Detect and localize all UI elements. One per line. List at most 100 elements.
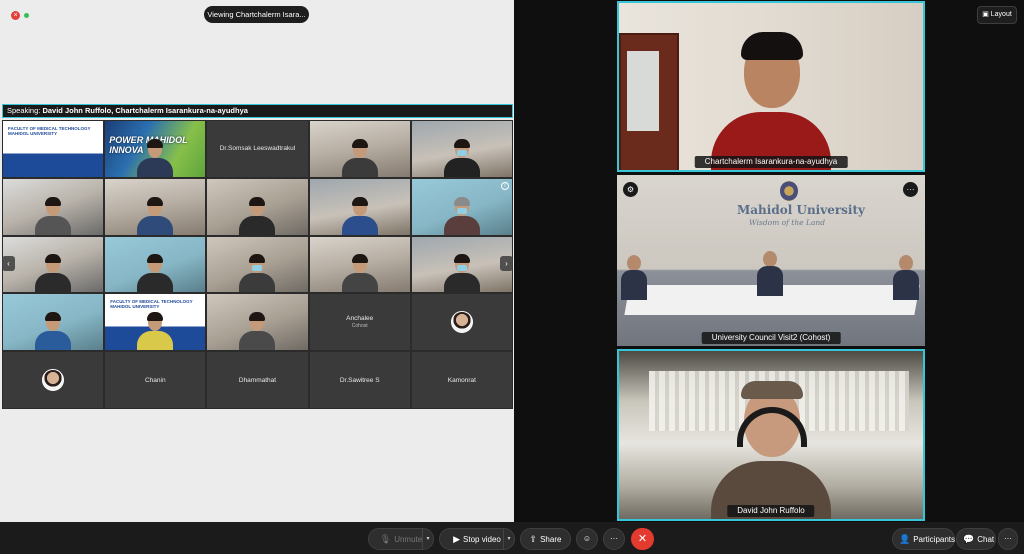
participant-name: Kamonrat (447, 376, 476, 384)
overflow-menu-button[interactable]: ··· (998, 528, 1018, 550)
share-icon: ⇪ (529, 534, 538, 544)
info-icon: i (500, 181, 509, 190)
participant-tile[interactable] (411, 121, 512, 177)
participant-video (135, 196, 175, 235)
viewing-indicator[interactable]: Viewing Chartchalerm Isara... (204, 6, 309, 23)
meeting-window: × Viewing Chartchalerm Isara... Speaking… (0, 0, 1024, 554)
chat-button[interactable]: 💬 Chat (956, 528, 996, 550)
participant-tile[interactable]: Chanin (105, 352, 206, 408)
meeting-toolbar: 🎙 Unmute ▾ ▶ Stop video ▾ ⇪ Share ☺ ··· ✕ 👤… (0, 522, 1024, 554)
close-icon[interactable]: × (11, 11, 20, 20)
participant-role: Cohost (351, 323, 368, 330)
participant-tile[interactable]: i (411, 178, 512, 235)
participant-video (340, 196, 380, 235)
participant-tile[interactable] (309, 121, 410, 177)
participant-tile[interactable]: Dr.Somsak Leeswadtrakul (207, 121, 308, 177)
participant-tile[interactable] (411, 236, 512, 293)
participant-tile[interactable] (3, 178, 104, 235)
participant-video (340, 138, 380, 177)
layout-button[interactable]: ▣ Layout (977, 6, 1017, 24)
participant-tile[interactable] (207, 178, 308, 235)
participant-video (33, 196, 73, 235)
chevron-down-icon[interactable]: ▾ (422, 529, 433, 549)
shared-screen: × Viewing Chartchalerm Isara... Speaking… (0, 0, 514, 522)
participant-tile[interactable] (3, 352, 104, 408)
participant-tile[interactable]: FACULTY OF MEDICAL TECHNOLOGY MAHIDOL UN… (3, 121, 104, 177)
participant-name: Anchalee (346, 315, 374, 323)
participant-tile[interactable] (105, 236, 206, 293)
participant-video (237, 196, 277, 235)
participant-tile[interactable] (207, 236, 308, 293)
participant-tile[interactable]: Anchalee Cohost (309, 294, 410, 351)
speaking-names: David John Ruffolo, Chartchalerm Isarank… (42, 106, 248, 115)
gear-icon[interactable]: ⚙ (623, 182, 638, 197)
participants-icon: 👤 (899, 534, 911, 544)
avatar (450, 311, 473, 334)
more-icon[interactable]: ··· (903, 182, 918, 197)
mic-icon: 🎙 (379, 534, 392, 544)
video-feed-ruffolo[interactable]: David John Ruffolo (617, 349, 925, 521)
layout-icon: ▣ (982, 11, 991, 18)
stop-video-button[interactable]: ▶ Stop video ▾ (439, 528, 515, 550)
participant-tile[interactable] (3, 236, 104, 293)
participant-tile[interactable] (3, 294, 104, 351)
participant-tile[interactable] (207, 294, 308, 351)
participant-video (711, 20, 831, 170)
avatar (42, 369, 65, 392)
participant-video (340, 254, 380, 293)
participant-name: Dr.Sawitree S (339, 376, 380, 384)
share-button[interactable]: ⇪ Share (520, 528, 571, 550)
participant-video (237, 254, 277, 293)
participant-video (135, 254, 175, 293)
participant-video (621, 255, 647, 300)
door-background (619, 33, 679, 170)
chevron-down-icon[interactable]: ▾ (503, 529, 514, 549)
participant-grid: FACULTY OF MEDICAL TECHNOLOGY MAHIDOL UN… (2, 120, 513, 409)
participant-tile[interactable] (105, 178, 206, 235)
participant-tile[interactable] (411, 294, 512, 351)
end-call-icon[interactable]: ✕ (631, 528, 654, 550)
grid-next-button[interactable]: › (500, 256, 513, 271)
participant-name-label: David John Ruffolo (727, 505, 815, 517)
university-seal (780, 181, 798, 201)
participant-name: Dhammathat (238, 376, 277, 384)
participant-tile[interactable]: Dr.Sawitree S (309, 352, 410, 408)
video-feed-chartchalerm[interactable]: Chartchalerm Isarankura-na-ayudhya (617, 1, 925, 172)
participant-video (442, 138, 482, 177)
participant-name: Chanin (144, 376, 166, 384)
participant-tile[interactable]: Dhammathat (207, 352, 308, 408)
participant-tile[interactable]: Kamonrat (411, 352, 512, 408)
more-icon[interactable]: ··· (603, 528, 625, 550)
participant-tile[interactable] (309, 236, 410, 293)
participant-video (33, 312, 73, 351)
participant-name: Dr.Somsak Leeswadtrakul (219, 145, 296, 153)
chat-icon: 💬 (963, 534, 975, 544)
participant-video (757, 251, 783, 296)
participant-name-label: University Council Visit2 (Cohost) (701, 332, 841, 344)
participants-button[interactable]: 👤 Participants (892, 528, 955, 550)
status-dot (24, 13, 29, 18)
camera-icon: ▶ (453, 534, 461, 544)
university-logo-text: Mahidol University (737, 203, 865, 217)
participant-video (33, 254, 73, 293)
participant-tile[interactable]: POWER MAHIDOL INNOVA (105, 121, 206, 177)
participant-video (893, 255, 919, 300)
participant-video (237, 312, 277, 351)
grid-prev-button[interactable]: ‹ (2, 256, 15, 271)
participant-video (711, 369, 831, 519)
video-feed-council[interactable]: Mahidol University Wisdom of the Land ⚙ … (617, 175, 925, 346)
participant-tile[interactable] (309, 178, 410, 235)
university-motto: Wisdom of the Land (749, 218, 826, 227)
participant-video (442, 196, 482, 235)
slide-text: FACULTY OF MEDICAL TECHNOLOGY MAHIDOL UN… (8, 126, 91, 136)
participant-video (442, 254, 482, 293)
reaction-icon[interactable]: ☺ (576, 528, 598, 550)
speaking-prefix: Speaking: (7, 106, 41, 115)
participant-name-label: Chartchalerm Isarankura-na-ayudhya (694, 156, 848, 168)
unmute-button[interactable]: 🎙 Unmute ▾ (368, 528, 434, 550)
speaking-bar: Speaking: David John Ruffolo, Chartchale… (2, 104, 513, 118)
participant-tile[interactable]: FACULTY OF MEDICAL TECHNOLOGY MAHIDOL UN… (105, 294, 206, 351)
participant-video (135, 138, 175, 177)
slide-text: FACULTY OF MEDICAL TECHNOLOGY MAHIDOL UN… (110, 299, 193, 310)
participant-video (135, 312, 175, 351)
